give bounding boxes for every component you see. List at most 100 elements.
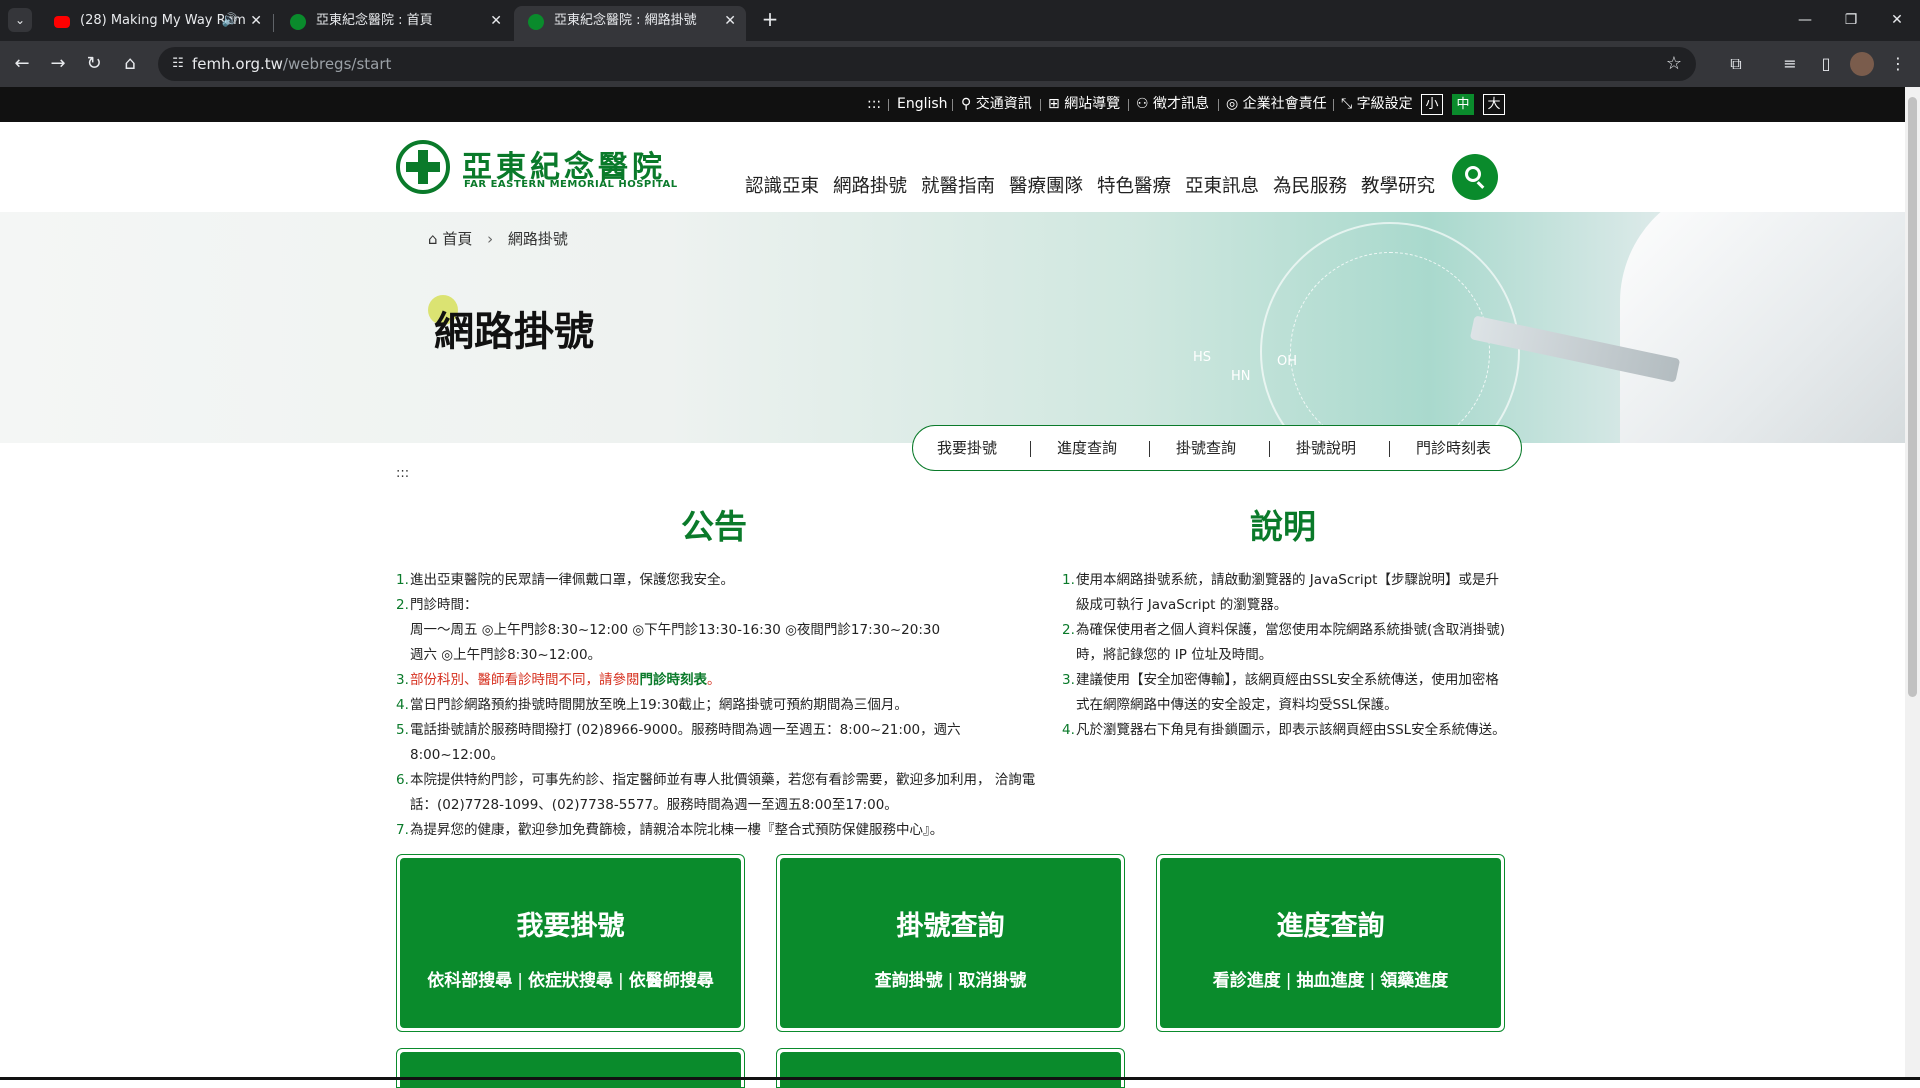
card-links: 查詢掛號 | 取消掛號: [874, 971, 1027, 991]
hospital-logo-icon[interactable]: [396, 140, 450, 194]
link-by-department[interactable]: 依科部搜尋: [427, 971, 512, 991]
youtube-icon: [54, 16, 70, 28]
banner-doctor-image: [1620, 212, 1905, 443]
card-background: 掛號查詢 查詢掛號 | 取消掛號: [780, 858, 1121, 1028]
nav-featured-care[interactable]: 特色醫療: [1097, 172, 1171, 198]
accesskey-top[interactable]: :::: [867, 87, 881, 122]
address-bar[interactable]: ☷ femh.org.tw/webregs/start ☆: [158, 47, 1696, 81]
link-by-symptom[interactable]: 依症狀搜尋: [528, 971, 613, 991]
card-partial[interactable]: [396, 1048, 745, 1088]
subnav-separator: [1269, 441, 1270, 457]
extensions-icon[interactable]: ⧉: [1722, 50, 1750, 78]
close-tab-icon[interactable]: ✕: [250, 6, 262, 36]
card-background: 進度查詢 看診進度 | 抽血進度 | 領藥進度: [1160, 858, 1501, 1028]
close-tab-icon[interactable]: ✕: [724, 6, 736, 36]
search-icon-handle: [1476, 181, 1485, 189]
site-info-icon[interactable]: ☷: [168, 54, 188, 74]
card-title[interactable]: 進度查詢: [1160, 904, 1501, 943]
card-partial[interactable]: [776, 1048, 1125, 1088]
tab-hospital-home[interactable]: 亞東紀念醫院 : 首頁 ✕: [276, 6, 512, 41]
notice-list: 1. 進出亞東醫院的民眾請一律佩戴口罩，保護您我安全。 2. 門診時間： 周一～周五…: [396, 568, 1036, 843]
list-item: 4. 當日門診網路預約掛號時間開放至晚上19:30截止；網路掛號可預約期間為三個月…: [396, 697, 908, 713]
tab-youtube[interactable]: (28) Making My Way Rem 🔊 ✕: [40, 6, 272, 41]
side-panel-icon[interactable]: ▯: [1812, 50, 1840, 78]
subnav-query[interactable]: 掛號查詢: [1176, 426, 1236, 470]
tab-search-button[interactable]: ⌄: [8, 8, 32, 32]
speaker-icon[interactable]: 🔊: [222, 6, 238, 36]
tab-separator: [273, 14, 274, 32]
close-window-button[interactable]: ✕: [1874, 0, 1920, 41]
careers-link[interactable]: ⚇ 徵才訊息: [1136, 87, 1209, 122]
url-text[interactable]: femh.org.tw/webregs/start: [192, 47, 391, 81]
link-by-doctor[interactable]: 依醫師搜尋: [629, 971, 714, 991]
font-small-button[interactable]: 小: [1421, 94, 1443, 115]
list-item: 5. 電話掛號請於服務時間撥打 (02)8966-9000。服務時間為週一至週五：…: [396, 722, 961, 763]
util-separator: [1040, 99, 1041, 111]
nav-online-registration[interactable]: 網路掛號: [833, 172, 907, 198]
nav-about[interactable]: 認識亞東: [745, 172, 819, 198]
chevron-right-icon: ›: [487, 230, 494, 248]
nav-teaching-research[interactable]: 教學研究: [1361, 172, 1435, 198]
bookmark-star-icon[interactable]: ☆: [1666, 47, 1682, 81]
card-progress-query[interactable]: 進度查詢 看診進度 | 抽血進度 | 領藥進度: [1156, 854, 1505, 1032]
schedule-link[interactable]: 門診時刻表: [640, 672, 708, 688]
media-control-icon[interactable]: ≡: [1776, 50, 1804, 78]
card-links: 看診進度 | 抽血進度 | 領藥進度: [1212, 971, 1449, 991]
back-button[interactable]: ←: [8, 50, 36, 78]
location-pin-icon: ⚲: [961, 96, 972, 112]
profile-avatar[interactable]: [1850, 52, 1874, 76]
nav-public-service[interactable]: 為民服務: [1273, 172, 1347, 198]
card-register[interactable]: 我要掛號 依科部搜尋 | 依症狀搜尋 | 依醫師搜尋: [396, 854, 745, 1032]
link-query-registration[interactable]: 查詢掛號: [875, 971, 943, 991]
card-links: 依科部搜尋 | 依症狀搜尋 | 依醫師搜尋: [427, 971, 714, 991]
font-medium-button[interactable]: 中: [1452, 94, 1474, 115]
utility-bar: ::: English ⚲ 交通資訊 ⊞ 網站導覽 ⚇ 徵才訊息 ◎ 企業社會責…: [0, 87, 1905, 122]
menu-icon[interactable]: ⋮: [1884, 50, 1912, 78]
search-person-icon: ⚇: [1136, 96, 1149, 112]
banner-label: HN: [1231, 369, 1251, 384]
reload-button[interactable]: ↻: [80, 50, 108, 78]
page-scrollbar[interactable]: [1905, 87, 1920, 1080]
minimize-button[interactable]: —: [1782, 0, 1828, 41]
link-blood-draw-progress[interactable]: 抽血進度: [1297, 971, 1365, 991]
subnav-instructions[interactable]: 掛號說明: [1296, 426, 1356, 470]
card-background: [400, 1052, 741, 1087]
card-title[interactable]: 掛號查詢: [780, 904, 1121, 943]
scrollbar-thumb[interactable]: [1908, 97, 1917, 697]
page-title: 網路掛號: [434, 309, 594, 355]
tab-hospital-webregs[interactable]: 亞東紀念醫院 : 網路掛號 ✕: [514, 6, 746, 41]
home-button[interactable]: ⌂: [116, 50, 144, 78]
subnav-separator: [1389, 441, 1390, 457]
english-link[interactable]: English: [897, 87, 948, 122]
nav-medical-team[interactable]: 醫療團隊: [1009, 172, 1083, 198]
subnav-progress[interactable]: 進度查詢: [1057, 426, 1117, 470]
sitemap-link[interactable]: ⊞ 網站導覽: [1048, 87, 1120, 122]
tab-title: 亞東紀念醫院 : 網路掛號: [554, 13, 697, 28]
nav-medical-guide[interactable]: 就醫指南: [921, 172, 995, 198]
new-tab-button[interactable]: +: [758, 8, 782, 32]
banner-label: OH: [1277, 354, 1298, 369]
subnav-schedule[interactable]: 門診時刻表: [1416, 426, 1491, 470]
search-icon: [1465, 166, 1481, 182]
search-button[interactable]: [1452, 154, 1498, 200]
traffic-link[interactable]: ⚲ 交通資訊: [961, 87, 1032, 122]
subnav-register[interactable]: 我要掛號: [937, 426, 997, 470]
accesskey-content[interactable]: :::: [396, 466, 409, 481]
home-icon[interactable]: ⌂: [428, 230, 438, 248]
nav-news[interactable]: 亞東訊息: [1185, 172, 1259, 198]
link-consult-progress[interactable]: 看診進度: [1213, 971, 1281, 991]
link-medication-progress[interactable]: 領藥進度: [1380, 971, 1448, 991]
restore-button[interactable]: ❐: [1828, 0, 1874, 41]
list-item: 4. 凡於瀏覽器右下角見有掛鎖圖示，即表示該網頁經由SSL安全系統傳送。: [1062, 722, 1506, 738]
card-registration-query[interactable]: 掛號查詢 查詢掛號 | 取消掛號: [776, 854, 1125, 1032]
breadcrumb-home[interactable]: 首頁: [442, 230, 472, 248]
card-title[interactable]: 我要掛號: [400, 904, 741, 943]
hospital-icon: [290, 14, 306, 30]
browser-tab-bar: ⌄ (28) Making My Way Rem 🔊 ✕ 亞東紀念醫院 : 首頁…: [0, 0, 1920, 41]
font-large-button[interactable]: 大: [1483, 94, 1505, 115]
close-tab-icon[interactable]: ✕: [490, 6, 502, 36]
link-cancel-registration[interactable]: 取消掛號: [958, 971, 1026, 991]
csr-link[interactable]: ◎ 企業社會責任: [1226, 87, 1327, 122]
logo-english-name[interactable]: FAR EASTERN MEMORIAL HOSPITAL: [464, 179, 678, 190]
forward-button[interactable]: →: [44, 50, 72, 78]
